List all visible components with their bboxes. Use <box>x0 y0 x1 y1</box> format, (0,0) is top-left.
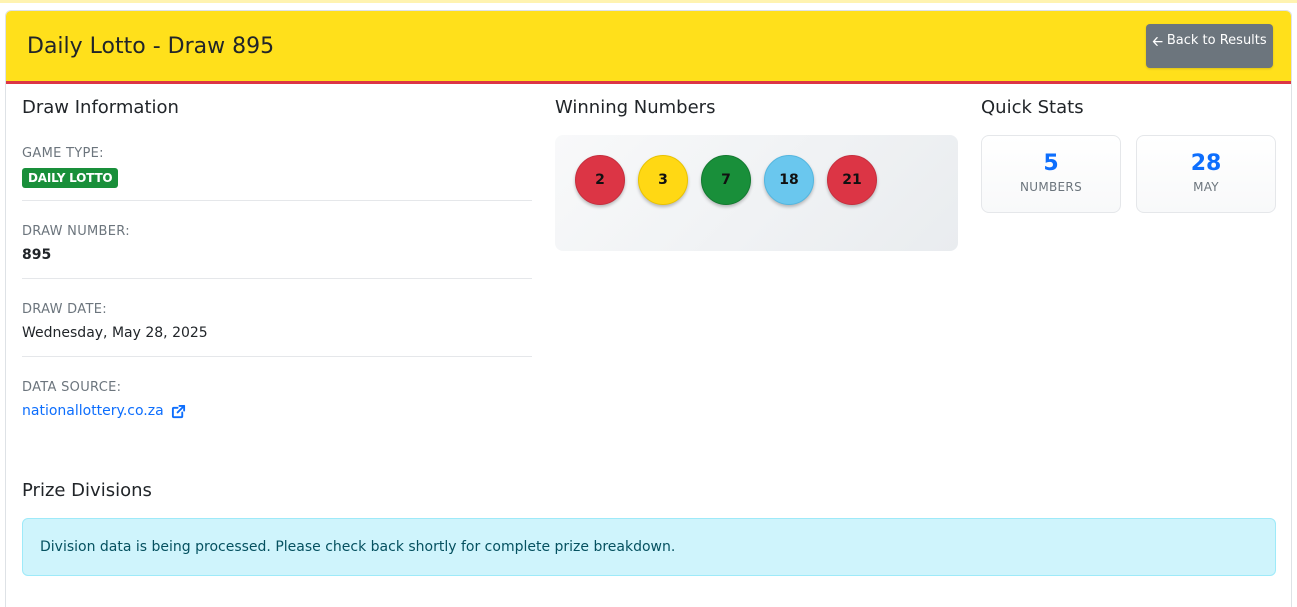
data-source-link[interactable]: nationallottery.co.za <box>22 403 186 419</box>
lotto-ball: 21 <box>827 155 877 205</box>
lotto-ball: 7 <box>701 155 751 205</box>
lotto-ball: 3 <box>638 155 688 205</box>
lotto-ball: 18 <box>764 155 814 205</box>
stat-numbers-value: 5 <box>1043 151 1059 176</box>
balls-row: 2 3 7 18 21 <box>575 155 877 205</box>
quick-stats-title: Quick Stats <box>981 97 1084 118</box>
data-source-block: DATA SOURCE: nationallottery.co.za <box>22 380 532 419</box>
top-strip <box>0 0 1297 3</box>
prize-divisions-alert: Division data is being processed. Please… <box>22 518 1276 576</box>
card-header: Daily Lotto - Draw 895 🡠 Back to Results <box>6 11 1291 84</box>
stat-numbers-box: 5 NUMBERS <box>981 135 1121 213</box>
stat-numbers-label: NUMBERS <box>1020 180 1082 194</box>
back-button-label: Back to Results <box>1166 33 1267 48</box>
stat-date-value: 28 <box>1190 151 1222 176</box>
draw-info-title: Draw Information <box>22 97 179 118</box>
draw-date-label: DRAW DATE: <box>22 302 107 317</box>
divider <box>22 278 532 279</box>
stat-date-box: 28 MAY <box>1136 135 1276 213</box>
game-type-label: GAME TYPE: <box>22 146 104 161</box>
lotto-ball: 2 <box>575 155 625 205</box>
divider <box>22 200 532 201</box>
draw-number-block: DRAW NUMBER: 895 <box>22 224 532 263</box>
draw-card: Daily Lotto - Draw 895 🡠 Back to Results… <box>5 10 1292 607</box>
page-title: Daily Lotto - Draw 895 <box>27 34 275 59</box>
winning-numbers-title: Winning Numbers <box>555 97 716 118</box>
game-type-block: GAME TYPE: DAILY LOTTO <box>22 146 532 188</box>
draw-date-block: DRAW DATE: Wednesday, May 28, 2025 <box>22 302 532 341</box>
alert-message: Division data is being processed. Please… <box>40 539 676 555</box>
external-link-icon <box>171 404 185 418</box>
stat-date-label: MAY <box>1193 180 1219 194</box>
game-type-badge: DAILY LOTTO <box>22 168 119 188</box>
divider <box>22 356 532 357</box>
data-source-text: nationallottery.co.za <box>22 403 164 419</box>
draw-number-label: DRAW NUMBER: <box>22 224 130 239</box>
back-to-results-button[interactable]: 🡠 Back to Results <box>1146 24 1273 68</box>
draw-number-value: 895 <box>22 247 52 263</box>
arrow-left-icon: 🡠 <box>1152 35 1163 50</box>
draw-date-value: Wednesday, May 28, 2025 <box>22 325 208 341</box>
prize-divisions-title: Prize Divisions <box>22 480 152 501</box>
winning-numbers-panel: 2 3 7 18 21 <box>555 135 958 251</box>
data-source-label: DATA SOURCE: <box>22 380 122 395</box>
